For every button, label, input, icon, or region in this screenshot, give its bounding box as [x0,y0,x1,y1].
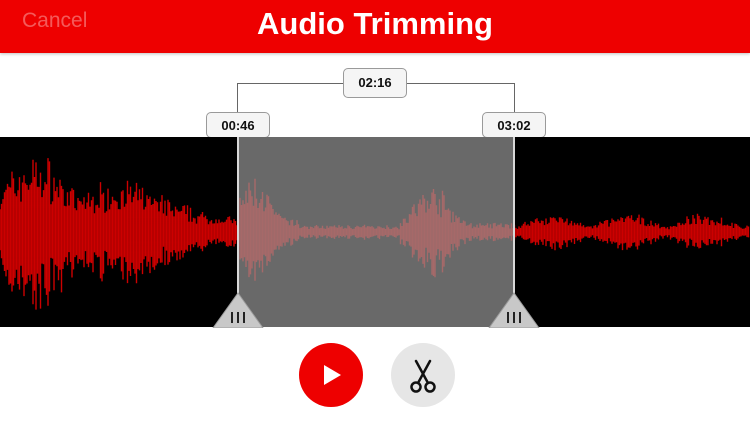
scissors-icon [410,359,436,393]
duration-bracket-right-horizontal [407,83,514,84]
end-trim-handle[interactable] [488,292,540,328]
duration-bracket-left-vertical [237,83,238,112]
end-time-label: 03:02 [482,112,546,138]
start-time-label: 00:46 [206,112,270,138]
play-button[interactable] [299,343,363,407]
selection-duration-label: 02:16 [343,68,407,98]
duration-bracket-left-horizontal [237,83,343,84]
start-trim-handle[interactable] [212,292,264,328]
playback-controls [0,340,750,410]
play-icon [324,365,341,385]
duration-bracket-right-vertical [514,83,515,112]
trim-selection-region[interactable] [238,137,514,327]
header-bar: Cancel Audio Trimming [0,0,750,53]
page-title: Audio Trimming [257,6,493,41]
trim-button[interactable] [391,343,455,407]
